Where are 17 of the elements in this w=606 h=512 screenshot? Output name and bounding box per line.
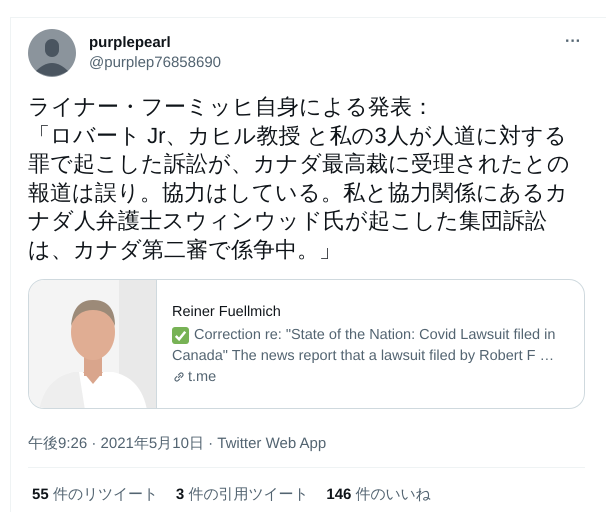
tweet-timestamp[interactable]: 午後9:26 · 2021年5月10日 · Twitter Web App <box>28 434 585 453</box>
card-description: Canada" The news report that a lawsuit filed by Robert F … <box>172 346 554 366</box>
link-icon <box>172 370 186 384</box>
card-domain: t.me <box>188 368 216 385</box>
tweet-text: ライナー・フーミッヒ自身による発表： <box>28 93 435 121</box>
tweet-text: 「ロバート Jr、カヒル教授 と私の3人が人道に対する罪で起こした訴訟が、カナダ最高裁に受理されたとの報道は誤り。協力はしている。私と協力関係にあるカナダ人弁護士スウィンウッド氏が起こした集団訴訟は、カナダ第二審で係争中。」 <box>28 122 571 264</box>
author-handle[interactable]: @purplep76858690 <box>89 54 222 71</box>
link-card[interactable]: Reiner Fuellmich Correction re: "State of the Nation: Covid Lawsuit filed in Canada" The news report that a lawsuit filed by Robert F … t.me <box>28 278 585 409</box>
card-title: Reiner Fuellmich <box>172 304 282 320</box>
check-icon <box>172 326 189 344</box>
stat-link[interactable]: 3 件の引用ツイート <box>176 484 308 504</box>
more-button[interactable]: ··· <box>561 33 585 51</box>
stat-link[interactable]: 146 件のいいね <box>326 484 431 504</box>
author-name[interactable]: purplepearl <box>89 34 222 51</box>
stat-link[interactable]: 55 件のリツイート <box>32 484 158 504</box>
avatar-icon[interactable] <box>28 29 76 77</box>
card-description: Correction re: "State of the Nation: Covid Lawsuit filed in <box>194 326 556 345</box>
